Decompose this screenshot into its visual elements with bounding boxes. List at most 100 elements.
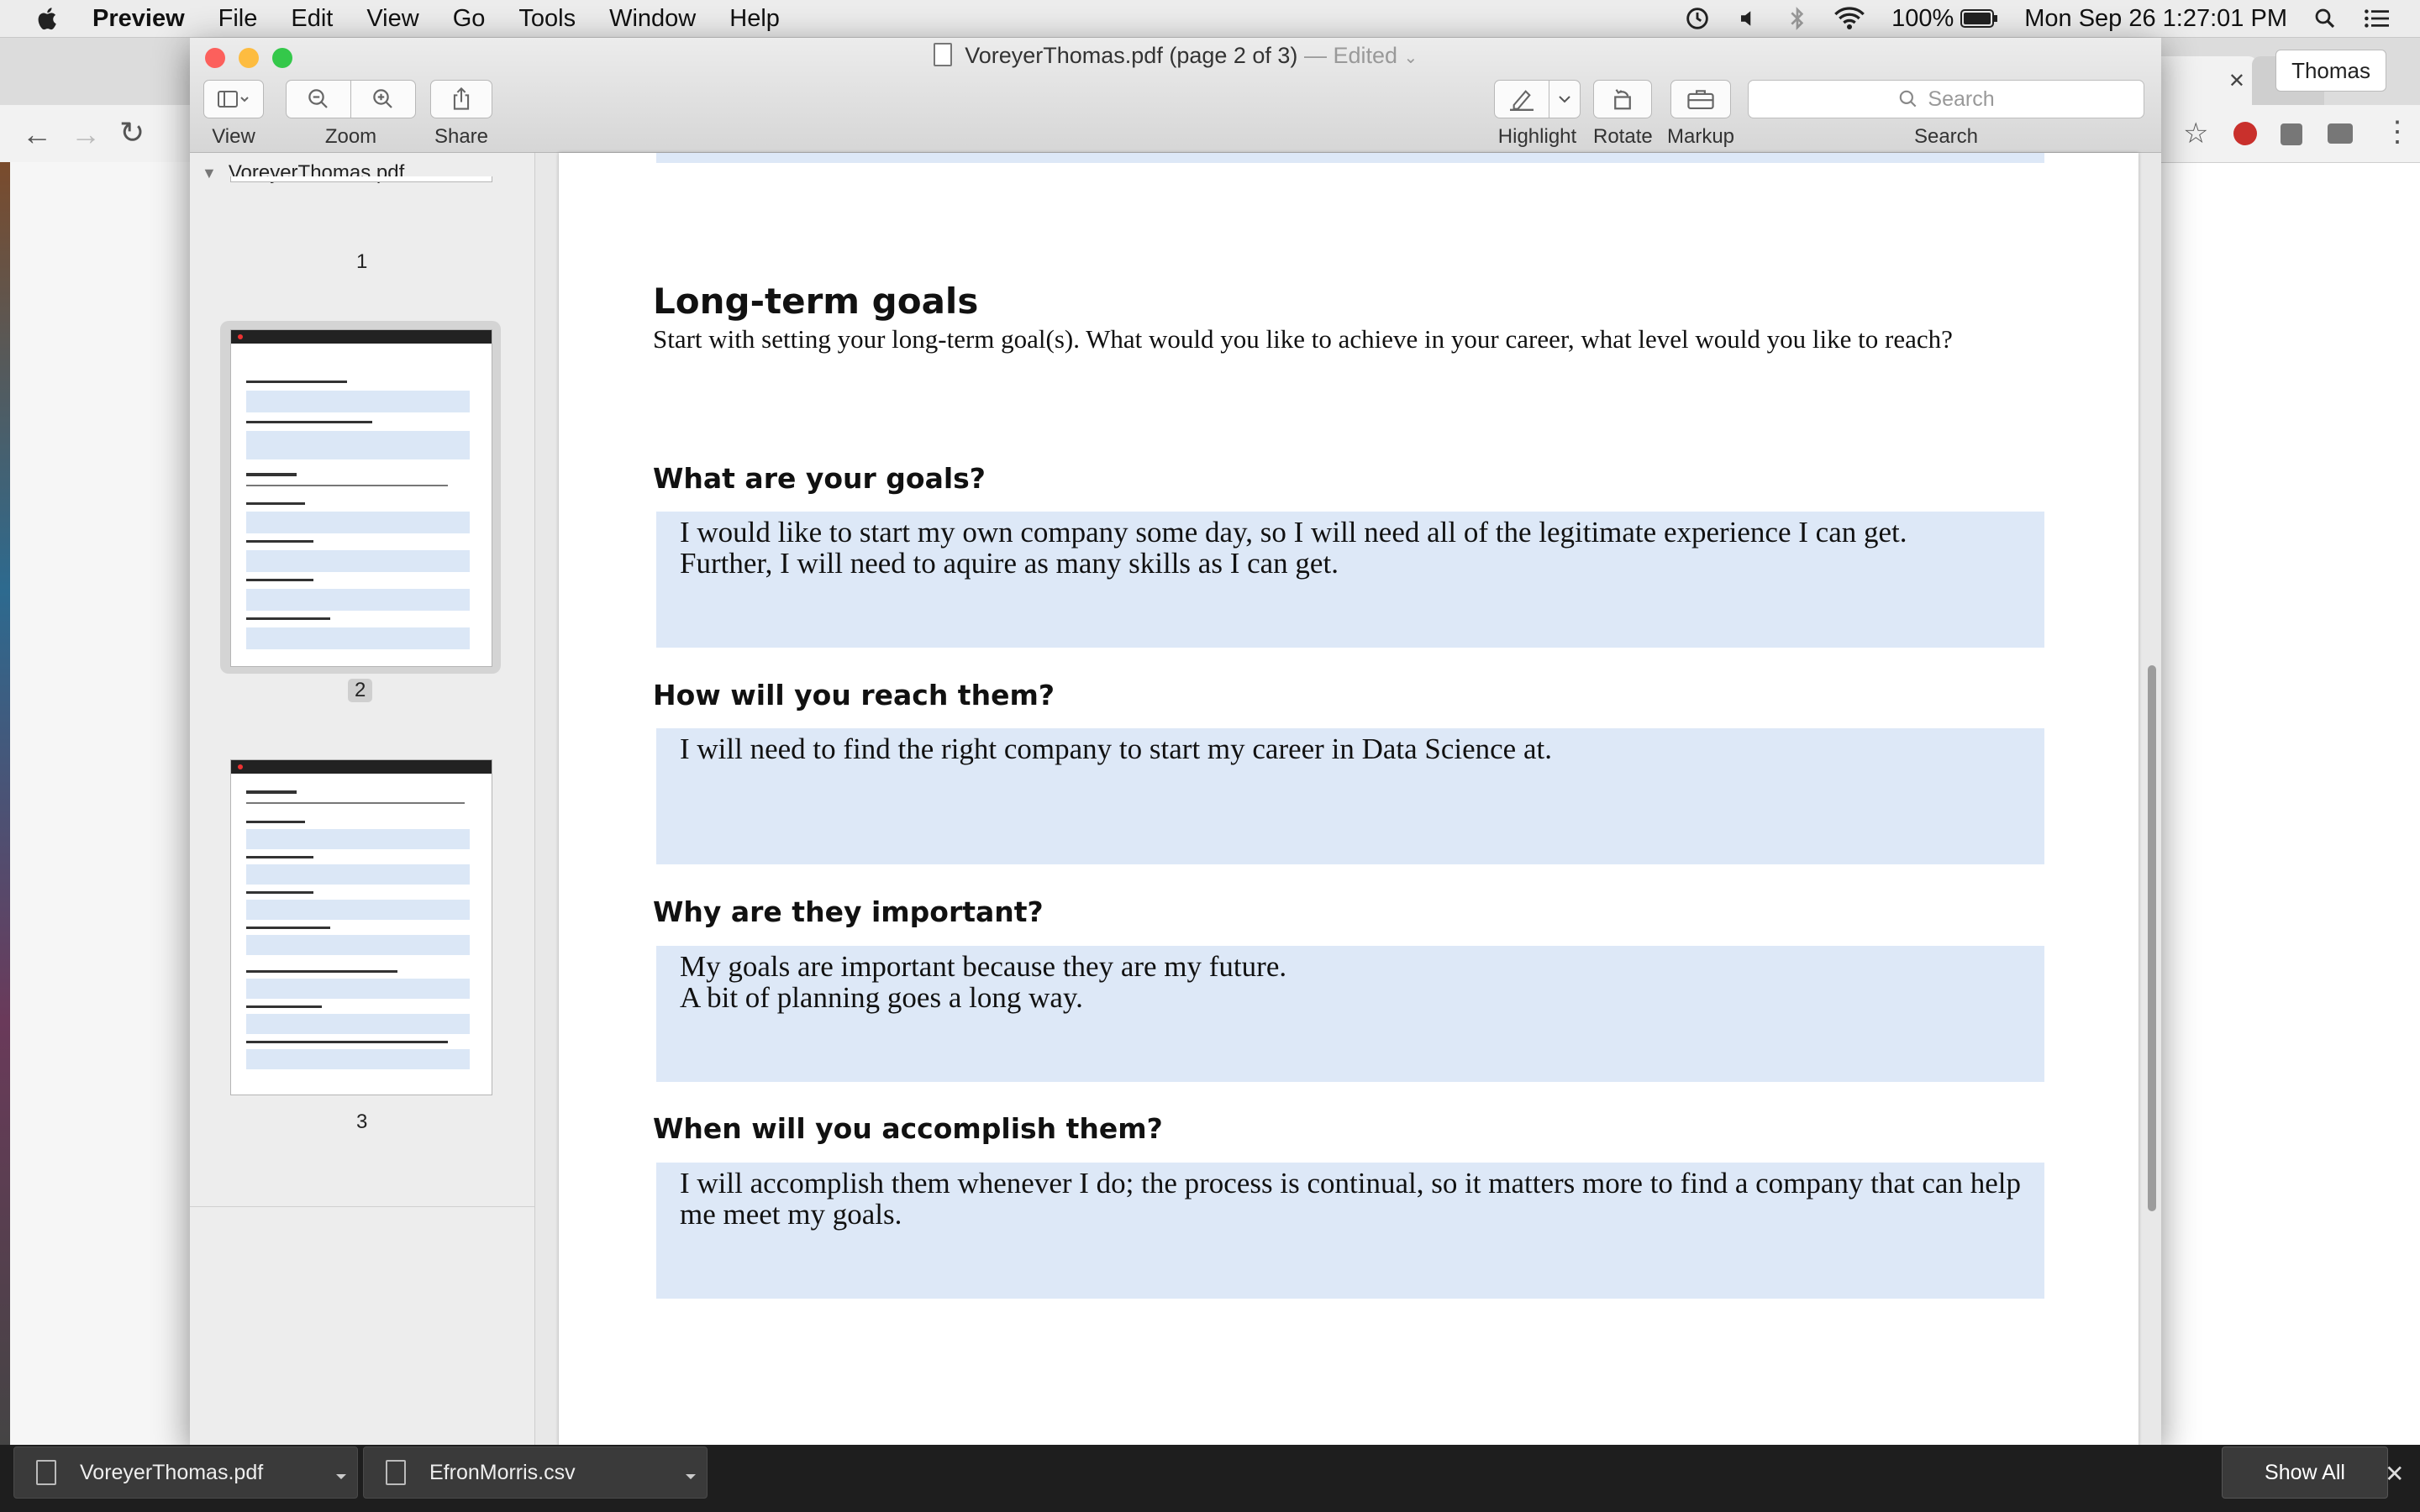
section-title: Long-term goals [653,281,979,322]
download-item-1-name: VoreyerThomas.pdf [80,1460,264,1484]
spotlight-icon[interactable] [2312,6,2338,31]
thumbnail-page-2[interactable] [230,329,492,667]
extension-icon-red[interactable] [2233,122,2257,145]
browser-tab-close-icon[interactable]: ✕ [2228,69,2245,93]
title-chevron-icon[interactable]: ⌄ [1404,49,1418,67]
rotate-button[interactable] [1593,80,1653,118]
chevron-down-icon[interactable] [685,1462,697,1487]
share-label: Share [434,125,489,148]
pdf-file-icon [36,1460,56,1485]
view-label: View [212,125,255,148]
view-button[interactable] [203,80,264,118]
volume-icon[interactable] [1737,6,1762,31]
pdf-page: Long-term goals Start with setting your … [559,153,2139,1446]
close-icon[interactable]: ✕ [2385,1460,2404,1488]
document-area[interactable]: Long-term goals Start with setting your … [535,153,2161,1446]
chevron-down-icon[interactable] [335,1462,347,1487]
chevron-down-icon [1559,96,1570,103]
thumbnail-page-3[interactable] [230,759,492,1095]
notification-center-icon[interactable] [2363,7,2391,30]
answer-field-1[interactable]: I would like to start my own company som… [656,512,2044,648]
menu-view[interactable]: View [366,5,418,33]
share-icon [453,87,470,110]
wifi-icon[interactable] [1833,6,1866,31]
thumbnail-header-band [231,330,492,344]
previous-answer-box-edge [656,153,2044,163]
battery-icon[interactable] [1960,8,1999,29]
zoom-out-button[interactable] [286,80,351,118]
apple-icon[interactable] [34,4,62,33]
menu-edit[interactable]: Edit [291,5,333,33]
show-all-downloads-button[interactable]: Show All [2222,1446,2388,1499]
browser-forward-icon[interactable]: → [71,117,101,152]
csv-file-icon [386,1460,406,1485]
answer-text-2: I will need to find the right company to… [680,732,1552,765]
document-scrollbar[interactable] [2148,665,2156,1211]
menu-file[interactable]: File [218,5,258,33]
zoom-label: Zoom [324,125,377,148]
search-placeholder: Search [1928,87,1995,111]
sidebar-icon [218,91,249,108]
search-group: Search Search [1748,80,2144,149]
rotate-group: Rotate [1593,80,1653,149]
browser-back-icon[interactable]: ← [22,117,52,152]
battery-percent[interactable]: 100% [1891,5,1954,33]
question-3: Why are they important? [653,895,1044,928]
view-group: View [203,80,264,149]
window-title-text: VoreyerThomas.pdf (page 2 of 3) [965,43,1298,68]
page-number-3: 3 [356,1110,368,1133]
question-4: When will you accomplish them? [653,1112,1163,1145]
zoom-in-button[interactable] [351,80,416,118]
menu-tools[interactable]: Tools [518,5,576,33]
thumbnail-sidebar: ▼ VoreyerThomas.pdf 1 2 3 [190,153,535,1446]
clock[interactable]: Mon Sep 26 1:27:01 PM [2024,5,2287,33]
markup-label: Markup [1667,125,1735,148]
menu-bar: Preview File Edit View Go Tools Window H… [0,0,2420,38]
menu-app-name[interactable]: Preview [92,5,185,33]
highlight-button[interactable] [1494,80,1549,118]
highlight-group: Highlight [1494,80,1581,149]
thumbnail-list[interactable]: ▼ VoreyerThomas.pdf 1 2 3 [190,153,534,1207]
bookmark-star-icon[interactable]: ☆ [2183,117,2208,150]
answer-field-3[interactable]: My goals are important because they are … [656,946,2044,1082]
browser-reload-icon[interactable]: ↻ [119,115,145,150]
question-2: How will you reach them? [653,679,1055,711]
toolbox-icon [1687,90,1714,110]
download-item-1[interactable]: VoreyerThomas.pdf [13,1446,358,1499]
share-group: Share [430,80,492,149]
menu-go[interactable]: Go [453,5,486,33]
page-number-1: 1 [356,250,368,273]
extension-icon-chat[interactable] [2328,123,2353,144]
time-machine-icon[interactable] [1683,4,1712,33]
answer-field-4[interactable]: I will accomplish them whenever I do; th… [656,1163,2044,1299]
browser-page-left-edge [0,162,192,1449]
download-item-2-name: EfronMorris.csv [429,1460,576,1484]
browser-menu-icon[interactable]: ⋮ [2383,115,2412,149]
answer-text-1: I would like to start my own company som… [680,516,1907,580]
rotate-icon [1614,89,1632,110]
highlighter-icon [1510,90,1534,111]
section-intro: Start with setting your long-term goal(s… [653,324,1953,354]
disclosure-triangle-icon[interactable]: ▼ [202,165,217,182]
search-input[interactable]: Search [1748,80,2144,118]
answer-field-2[interactable]: I will need to find the right company to… [656,728,2044,864]
preview-window: VoreyerThomas.pdf (page 2 of 3) — Edited… [190,38,2161,1446]
window-title[interactable]: VoreyerThomas.pdf (page 2 of 3) — Edited… [190,43,2161,69]
zoom-group: Zoom [286,80,416,149]
zoom-out-icon [308,89,328,108]
thumbnail-page-1[interactable] [230,176,492,182]
page-number-2: 2 [348,679,373,702]
extension-icon-gray[interactable] [2281,123,2302,145]
download-item-2[interactable]: EfronMorris.csv [363,1446,708,1499]
menu-window[interactable]: Window [609,5,696,33]
highlight-menu-button[interactable] [1549,80,1581,118]
search-icon [1900,90,1917,108]
status-area: 100% Mon Sep 26 1:27:01 PM [1658,0,2420,37]
share-button[interactable] [430,80,492,118]
pdf-file-icon [933,43,952,66]
bluetooth-icon[interactable] [1787,5,1807,32]
browser-user-chip[interactable]: Thomas [2275,50,2386,92]
thumbnail-header-band [231,760,492,774]
markup-button[interactable] [1670,80,1732,118]
menu-help[interactable]: Help [729,5,780,33]
